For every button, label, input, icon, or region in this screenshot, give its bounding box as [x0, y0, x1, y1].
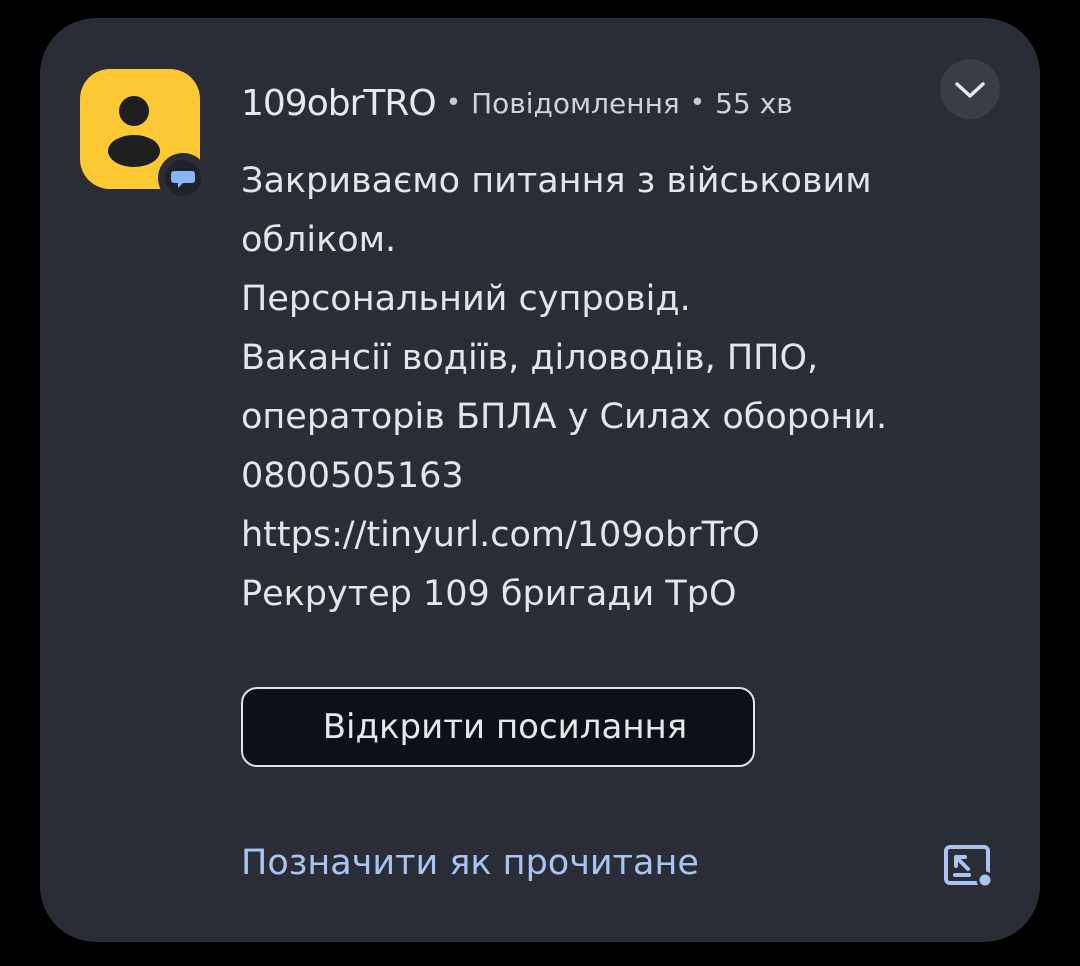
header-separator: •: [689, 88, 706, 118]
message-line: Закриваємо питання з військовим: [241, 161, 872, 201]
expand-button[interactable]: [940, 59, 1000, 119]
app-badge: [158, 153, 208, 203]
sender-name: 109obrTRO: [241, 82, 437, 124]
message-line: операторів БПЛА у Силах оборони.: [241, 397, 888, 437]
chat-bubble-icon: [171, 171, 195, 188]
picture-in-picture-icon[interactable]: [943, 844, 997, 892]
open-link-button[interactable]: Відкрити посилання: [241, 687, 755, 767]
message-line: Вакансії водіїв, діловодів, ППО,: [241, 338, 819, 378]
app-name: Повідомлення: [471, 86, 680, 120]
notification-card[interactable]: 109obrTRO • Повідомлення • 55 хв Закрива…: [40, 18, 1040, 942]
timestamp: 55 хв: [715, 86, 793, 120]
message-line: Персональний супровід.: [241, 279, 691, 319]
mark-as-read-button[interactable]: Позначити як прочитане: [241, 843, 699, 883]
phone-number: 0800505163: [241, 456, 464, 496]
message-line: обліком.: [241, 220, 397, 260]
chevron-down-icon: [955, 82, 985, 98]
notification-header: 109obrTRO • Повідомлення • 55 хв: [241, 78, 793, 128]
header-separator: •: [445, 88, 462, 118]
message-url: https://tinyurl.com/109obrTrO: [241, 515, 760, 555]
message-body: Закриваємо питання з військовим обліком.…: [241, 152, 1001, 624]
message-line: Рекрутер 109 бригади ТрО: [241, 574, 737, 614]
